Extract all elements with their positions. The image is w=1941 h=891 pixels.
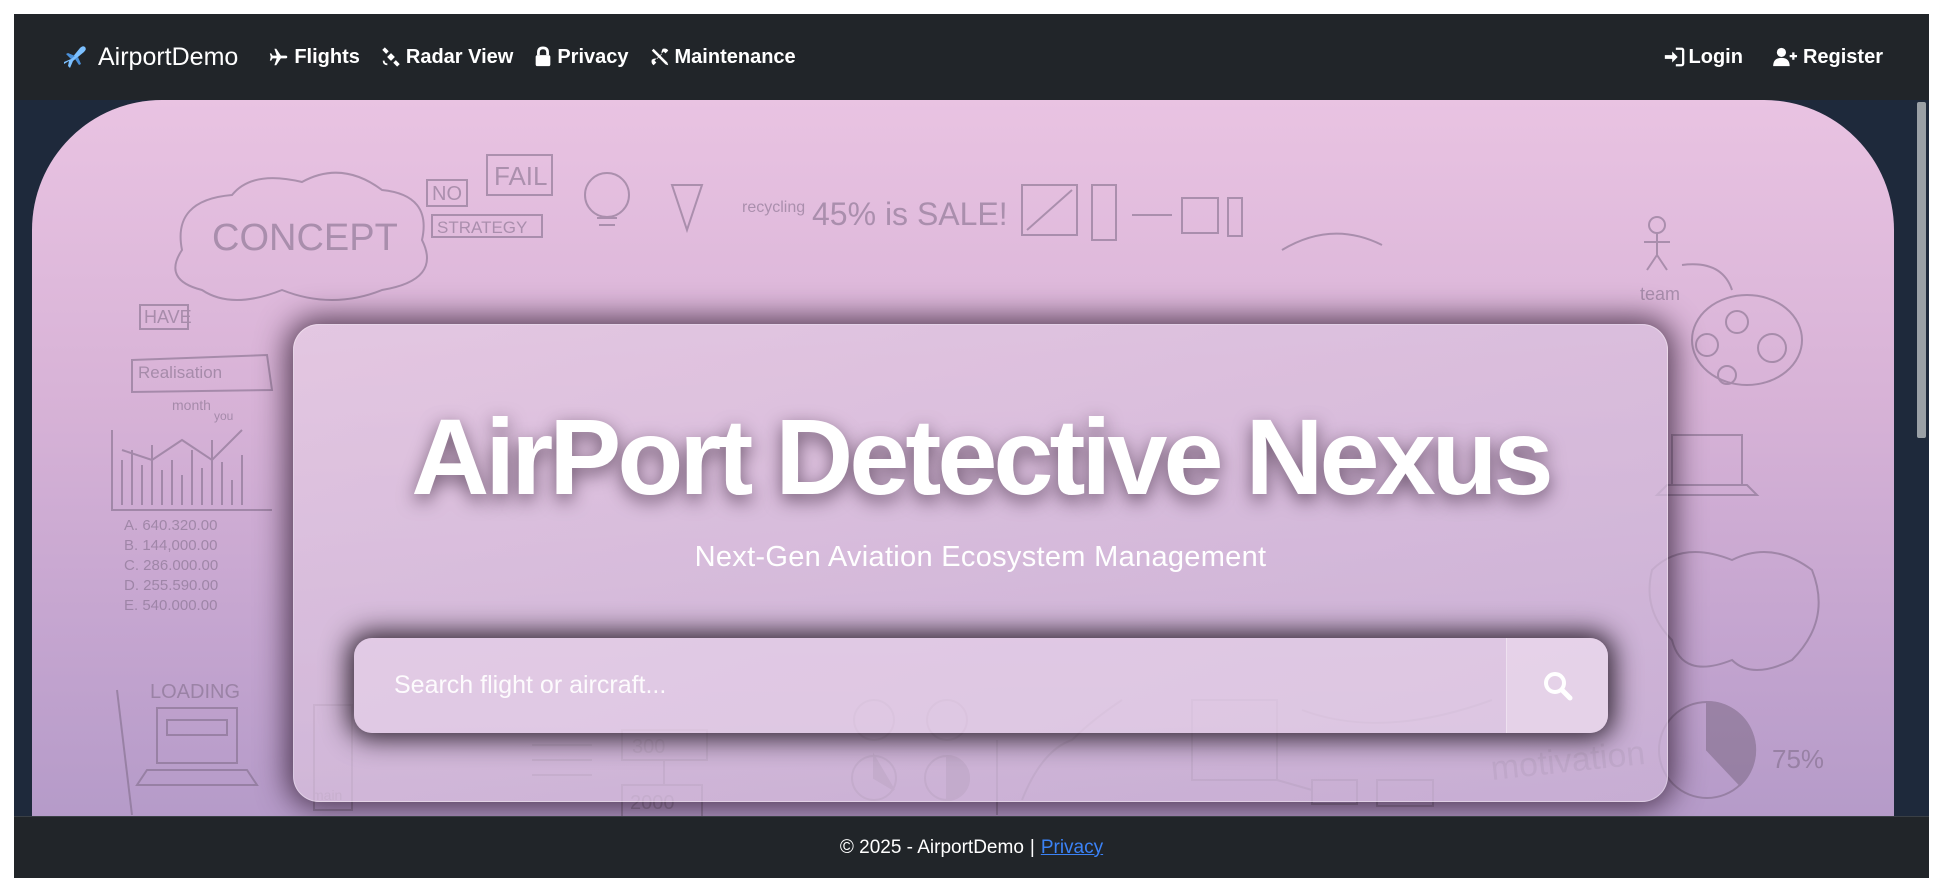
nav-radar-view[interactable]: Radar View <box>380 46 513 69</box>
nav-login[interactable]: Login <box>1663 46 1743 69</box>
brand-name: AirportDemo <box>98 42 239 71</box>
hero-section: CONCEPT NO FAIL STRATEGY recycling 45% i… <box>32 100 1894 830</box>
svg-text:FAIL: FAIL <box>494 161 547 191</box>
app-frame: AirportDemo Flights Radar View Privacy M… <box>14 14 1929 878</box>
footer-privacy-link[interactable]: Privacy <box>1041 837 1103 859</box>
nav-radar-label: Radar View <box>405 45 514 68</box>
svg-text:75%: 75% <box>1772 744 1824 774</box>
svg-text:NO: NO <box>432 183 462 205</box>
svg-text:C. 286.000.00: C. 286.000.00 <box>124 557 218 574</box>
svg-text:45% is SALE!: 45% is SALE! <box>812 196 1008 232</box>
nav-register-label: Register <box>1802 45 1883 68</box>
nav-flights-label: Flights <box>294 45 360 68</box>
sign-in-icon <box>1664 47 1684 67</box>
search-bar <box>354 638 1608 733</box>
nav-maintenance[interactable]: Maintenance <box>649 46 796 69</box>
page-title: AirPort Detective Nexus <box>411 396 1553 517</box>
page-scrollbar[interactable] <box>1914 100 1929 830</box>
nav-auth: Login Register <box>1633 46 1883 69</box>
page-footer: © 2025 - AirportDemo | Privacy <box>14 816 1929 878</box>
top-navbar: AirportDemo Flights Radar View Privacy M… <box>14 14 1929 100</box>
nav-register[interactable]: Register <box>1773 46 1883 69</box>
tools-icon <box>651 48 668 66</box>
user-plus-icon <box>1773 47 1797 67</box>
svg-text:E. 540.000.00: E. 540.000.00 <box>124 597 217 614</box>
satellite-icon <box>382 47 400 67</box>
svg-text:you: you <box>214 409 233 423</box>
svg-text:month: month <box>172 397 211 413</box>
plane-icon <box>270 48 288 66</box>
nav-maintenance-label: Maintenance <box>674 45 796 68</box>
svg-text:CONCEPT: CONCEPT <box>212 217 398 259</box>
footer-copyright: © 2025 - AirportDemo <box>839 836 1024 858</box>
nav-login-label: Login <box>1688 45 1743 68</box>
svg-text:recycling: recycling <box>742 199 805 216</box>
footer-separator: | <box>1029 836 1035 858</box>
nav-privacy-label: Privacy <box>557 45 629 68</box>
search-icon <box>1543 671 1572 700</box>
scrollbar-thumb[interactable] <box>1917 102 1926 438</box>
svg-text:HAVE: HAVE <box>144 307 192 327</box>
search-button[interactable] <box>1506 638 1608 733</box>
airplane-logo-icon <box>60 42 90 72</box>
svg-text:B. 144,000.00: B. 144,000.00 <box>124 537 217 554</box>
search-input[interactable] <box>354 638 1506 733</box>
nav-flights[interactable]: Flights <box>268 46 360 69</box>
page-subtitle: Next-Gen Aviation Ecosystem Management <box>694 541 1267 573</box>
svg-text:STRATEGY: STRATEGY <box>437 218 527 237</box>
nav-links: Flights Radar View Privacy Maintenance <box>268 46 815 69</box>
svg-text:Realisation: Realisation <box>138 363 222 382</box>
svg-text:D. 255.590.00: D. 255.590.00 <box>124 577 218 594</box>
svg-text:team: team <box>1640 284 1680 304</box>
svg-text:LOADING: LOADING <box>150 681 240 703</box>
brand-link[interactable]: AirportDemo <box>60 42 238 72</box>
svg-text:A. 640.320.00: A. 640.320.00 <box>124 517 217 534</box>
lock-icon <box>536 46 551 67</box>
hero-card: AirPort Detective Nexus Next-Gen Aviatio… <box>293 324 1668 802</box>
nav-privacy[interactable]: Privacy <box>533 45 629 69</box>
